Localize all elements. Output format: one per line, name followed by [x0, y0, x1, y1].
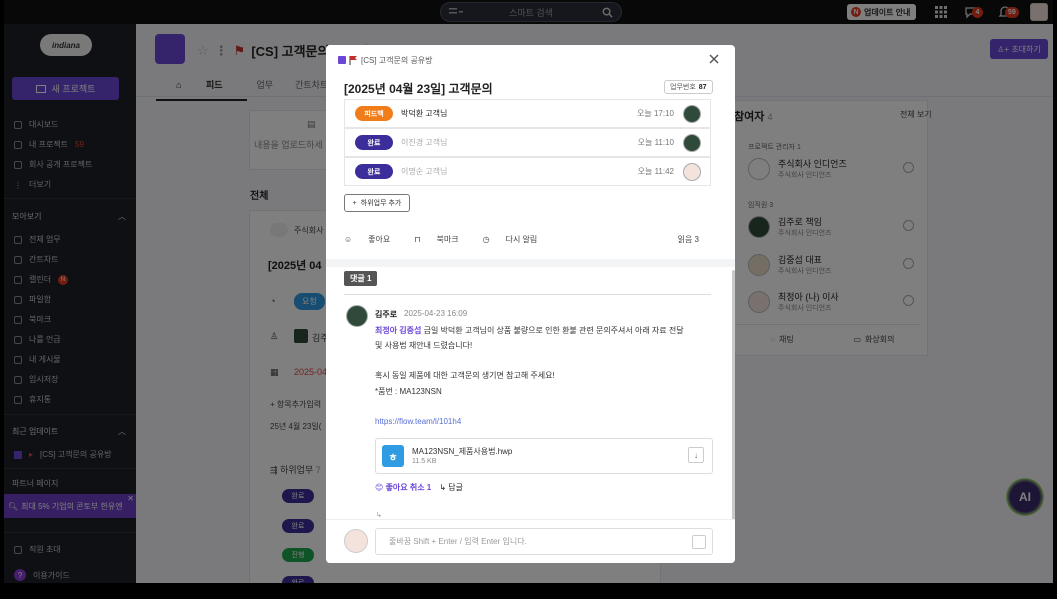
file-name: MA123NSN_제품사용법.hwp: [412, 447, 513, 456]
bookmark-icon: ⊓: [414, 235, 421, 244]
close-icon[interactable]: [708, 53, 720, 65]
subtask-name: 이진경 고객님: [401, 138, 448, 147]
unlike-button[interactable]: 😊 좋아요 취소 1: [375, 482, 431, 493]
subtask-time: 오늘 11:10: [637, 138, 674, 147]
avatar[interactable]: [346, 305, 368, 327]
task-number-label: 업무번호: [670, 84, 696, 91]
reply-arrow-icon: ↳: [439, 483, 449, 492]
like-button[interactable]: ☺ 좋아요: [344, 234, 402, 245]
subtask-name: 이명순 고객님: [401, 167, 448, 176]
comment-link[interactable]: https://flow.team/l/101h4: [375, 417, 461, 426]
hwp-file-icon: ㅎ: [382, 445, 404, 467]
comment-reactions: 😊 좋아요 취소 1 ↳ 답글: [375, 482, 463, 493]
post-actions: ☺ 좋아요 ⊓ 북마크 ◷ 다시 알림 읽음 3: [344, 234, 711, 245]
comment-line: 및 사용법 재안내 드렸습니다!: [375, 341, 473, 350]
unlike-label: 좋아요 취소 1: [385, 483, 432, 492]
divider: [344, 294, 711, 295]
reply-button[interactable]: ↳ 답글: [439, 482, 463, 493]
task-title: [2025년 04월 23일] 고객문의: [344, 82, 493, 96]
avatar: [683, 104, 701, 123]
avatar: [344, 529, 368, 553]
subtask-name: 박덕환 고객님: [401, 109, 448, 118]
smile-icon: ☺: [344, 235, 353, 244]
add-subtask-label: 하위업무 추가: [360, 200, 402, 207]
project-color-icon: [338, 56, 346, 64]
add-subtask-button[interactable]: + 하위업무 추가: [344, 194, 410, 212]
comment-input[interactable]: 줄바꿈 Shift + Enter / 입력 Enter 입니다.: [375, 528, 713, 555]
clock-icon: ◷: [482, 235, 490, 244]
task-number-badge: 업무번호 87: [664, 80, 713, 94]
task-number: 87: [698, 83, 707, 91]
like-label: 좋아요: [368, 235, 391, 244]
subtask-status[interactable]: 완료: [355, 164, 393, 179]
comment-text: 금일 박덕환 고객님이 상품 불량으로 인한 환불 관련 문의주셔서 아래 자료…: [421, 326, 684, 335]
app-window: 스마트 검색 N 업데이트 안내 4 59 indiana 새 프로젝트 대시보…: [4, 0, 1053, 583]
comment-line: *품번 : MA123NSN: [375, 387, 442, 396]
subtask-time: 오늘 11:42: [637, 167, 674, 176]
subtask-status[interactable]: 피드백: [355, 106, 393, 121]
task-detail-modal: [CS] 고객문의 공유방 [2025년 04월 23일] 고객문의 업무번호 8…: [326, 45, 735, 563]
comment-input-bar: 줄바꿈 Shift + Enter / 입력 Enter 입니다.: [326, 519, 735, 563]
flag-icon: [349, 56, 357, 65]
file-attachment[interactable]: ㅎ MA123NSN_제품사용법.hwp 11.5 KB ↓: [375, 438, 713, 474]
comment-date: 2025-04-23 16:09: [404, 309, 468, 318]
section-separator: [326, 259, 735, 267]
scrollbar[interactable]: [732, 270, 735, 525]
comment-count-tag: 댓글 1: [344, 271, 378, 286]
file-size: 11.5 KB: [412, 458, 437, 465]
reply-label: 답글: [448, 483, 463, 492]
comment-author: 김주로: [375, 310, 398, 319]
download-icon[interactable]: ↓: [688, 447, 704, 463]
comment-line: 최정아 김중섭 금일 박덕환 고객님이 상품 불량으로 인한 환불 관련 문의주…: [375, 325, 684, 336]
comment-mention[interactable]: 최정아 김중섭: [375, 326, 421, 335]
plus-icon: +: [352, 199, 357, 207]
subtask-row[interactable]: 피드백 박덕환 고객님 오늘 17:10: [344, 99, 711, 128]
remind-button[interactable]: ◷ 다시 알림: [483, 234, 550, 245]
subtask-time: 오늘 17:10: [637, 109, 674, 118]
remind-label: 다시 알림: [505, 235, 538, 244]
subtask-status[interactable]: 완료: [355, 135, 393, 150]
modal-header: [CS] 고객문의 공유방: [326, 45, 735, 75]
comment-input-placeholder: 줄바꿈 Shift + Enter / 입력 Enter 입니다.: [389, 537, 527, 546]
smile-icon: 😊: [375, 483, 386, 492]
bookmark-button[interactable]: ⊓ 북마크: [414, 234, 470, 245]
avatar: [683, 162, 701, 181]
subtask-row[interactable]: 완료 이명순 고객님 오늘 11:42: [344, 157, 711, 186]
comment-line: 혹시 동일 제품에 대한 고객문의 생기면 참고해 주세요!: [375, 371, 555, 380]
subtask-row[interactable]: 완료 이진경 고객님 오늘 11:10: [344, 128, 711, 157]
modal-project-name[interactable]: [CS] 고객문의 공유방: [361, 55, 433, 66]
paperclip-icon[interactable]: [692, 535, 706, 549]
bookmark-label: 북마크: [436, 235, 459, 244]
read-count[interactable]: 읽음 3: [678, 234, 699, 245]
avatar: [683, 133, 701, 152]
